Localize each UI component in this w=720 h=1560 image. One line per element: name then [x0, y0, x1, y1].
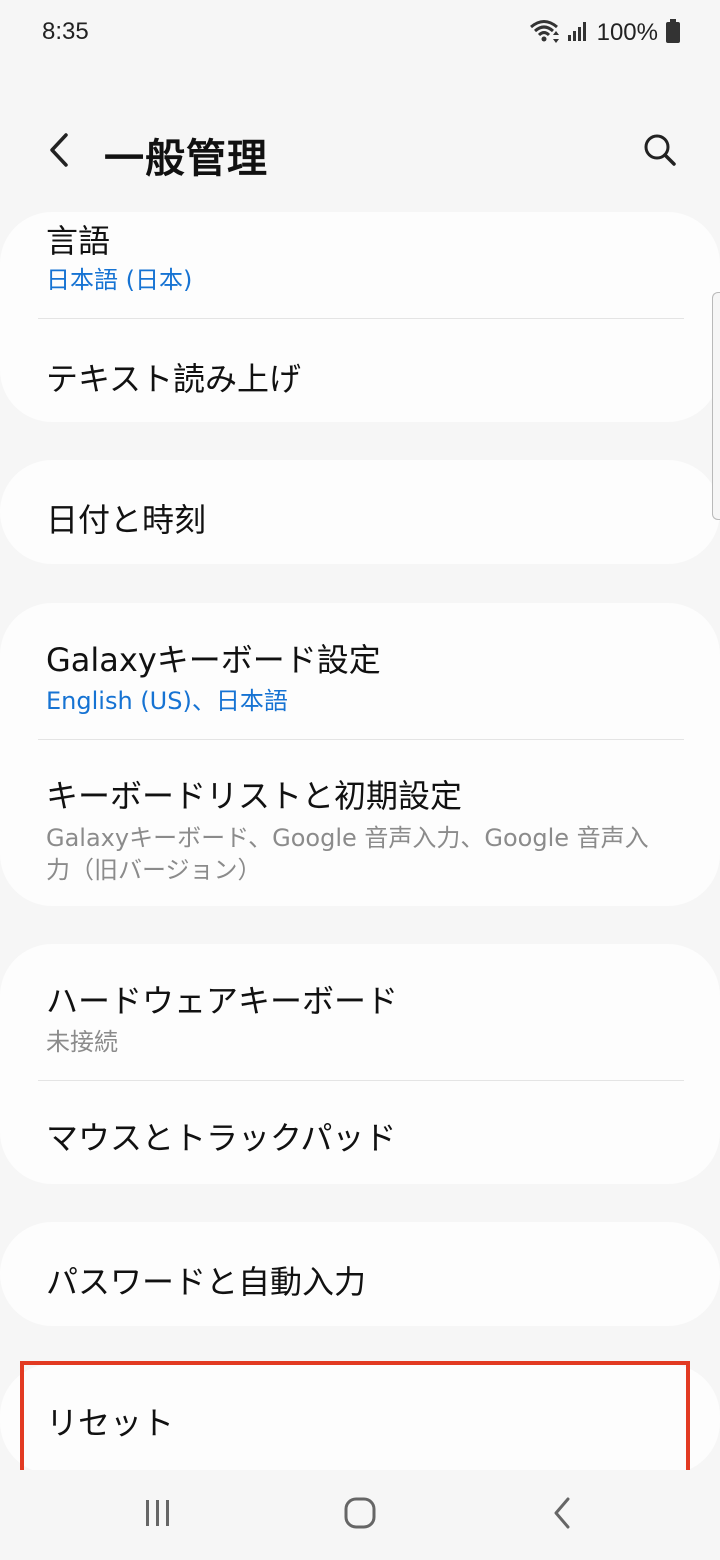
language-subtitle: 日本語 (日本)	[46, 266, 193, 294]
date-time-item[interactable]: 日付と時刻	[0, 460, 720, 564]
status-time: 8:35	[42, 18, 89, 45]
scrollbar[interactable]	[712, 292, 720, 520]
keyboard-list-subtitle-line1: Galaxyキーボード、Google 音声入力、Google 音声入	[46, 824, 649, 852]
keyboard-list-item[interactable]: キーボードリストと初期設定 Galaxyキーボード、Google 音声入力、Go…	[0, 740, 720, 906]
galaxy-keyboard-subtitle: English (US)、日本語	[46, 687, 288, 715]
password-autofill-title: パスワードと自動入力	[46, 1263, 367, 1301]
language-item[interactable]: 言語 日本語 (日本)	[0, 212, 720, 318]
wifi-icon	[529, 18, 559, 48]
galaxy-keyboard-item[interactable]: Galaxyキーボード設定 English (US)、日本語	[0, 603, 720, 739]
nav-back-button[interactable]	[532, 1490, 592, 1540]
card-password: パスワードと自動入力	[0, 1222, 720, 1326]
hardware-keyboard-subtitle: 未接続	[46, 1028, 118, 1056]
search-button[interactable]	[636, 128, 684, 176]
reset-highlight-box	[20, 1361, 690, 1476]
app-bar: 一般管理	[0, 110, 720, 200]
status-icons: 100%	[529, 18, 680, 48]
hardware-keyboard-title: ハードウェアキーボード	[46, 982, 399, 1020]
language-title: 言語	[46, 222, 111, 260]
home-button[interactable]	[330, 1490, 390, 1540]
back-button[interactable]	[36, 128, 84, 176]
galaxy-keyboard-title: Galaxyキーボード設定	[46, 641, 381, 679]
battery-icon	[666, 19, 680, 47]
navigation-bar	[0, 1470, 720, 1560]
card-language-group: 言語 日本語 (日本) テキスト読み上げ	[0, 212, 720, 422]
card-datetime: 日付と時刻	[0, 460, 720, 564]
card-keyboard-group: Galaxyキーボード設定 English (US)、日本語 キーボードリストと…	[0, 603, 720, 906]
hardware-keyboard-item[interactable]: ハードウェアキーボード 未接続	[0, 944, 720, 1080]
password-autofill-item[interactable]: パスワードと自動入力	[0, 1222, 720, 1326]
keyboard-list-title: キーボードリストと初期設定	[46, 777, 463, 815]
back-icon	[550, 1496, 574, 1534]
mouse-trackpad-title: マウスとトラックパッド	[46, 1119, 397, 1157]
search-icon	[642, 132, 678, 172]
date-time-title: 日付と時刻	[46, 501, 207, 539]
chevron-left-icon	[46, 132, 74, 172]
mouse-trackpad-item[interactable]: マウスとトラックパッド	[0, 1081, 720, 1184]
card-input-devices: ハードウェアキーボード 未接続 マウスとトラックパッド	[0, 944, 720, 1184]
battery-percent: 100%	[596, 19, 658, 46]
text-to-speech-item[interactable]: テキスト読み上げ	[0, 319, 720, 422]
status-bar: 8:35 100%	[0, 0, 720, 70]
page-title: 一般管理	[104, 136, 268, 182]
text-to-speech-title: テキスト読み上げ	[46, 360, 302, 398]
recent-apps-icon	[143, 1498, 173, 1532]
recent-apps-button[interactable]	[128, 1490, 188, 1540]
keyboard-list-subtitle-line2: 力（旧バージョン）	[46, 856, 262, 884]
home-icon	[343, 1496, 377, 1534]
signal-icon	[567, 20, 589, 46]
